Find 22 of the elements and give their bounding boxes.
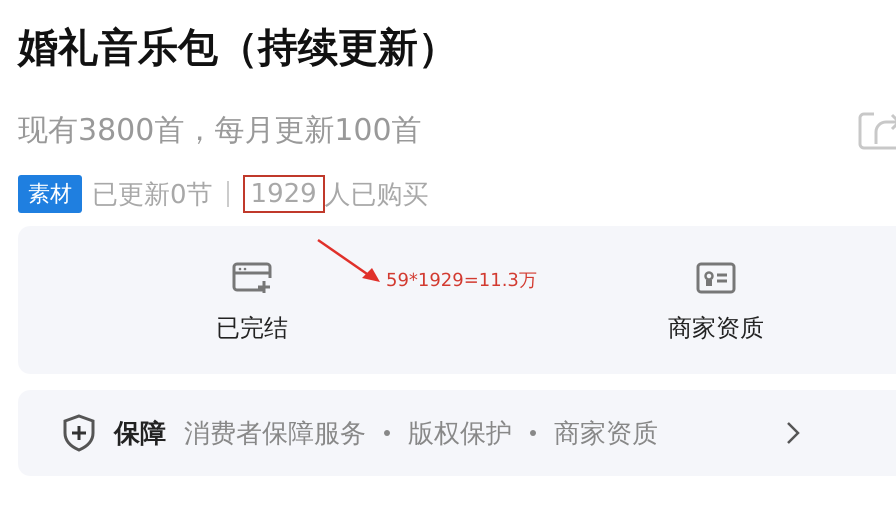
guarantee-bar[interactable]: 保障 消费者保障服务 版权保护 商家资质 [18, 390, 896, 476]
browser-plus-icon [232, 262, 272, 294]
separator-dot-icon [530, 430, 536, 436]
share-icon[interactable] [858, 110, 896, 150]
update-count: 已更新0节 [92, 178, 213, 212]
guarantee-item: 消费者保障服务 [184, 418, 366, 450]
annotation-text: 59*1929=11.3万 [386, 269, 537, 292]
category-tag: 素材 [18, 175, 82, 213]
course-title: 婚礼音乐包（持续更新） [18, 24, 459, 73]
guarantee-title: 保障 [114, 418, 166, 450]
shield-plus-icon [62, 414, 96, 452]
guarantee-item: 版权保护 [408, 418, 512, 450]
annotation-arrow [316, 238, 382, 284]
course-subtitle: 现有3800首，每月更新100首 [18, 112, 422, 150]
purchase-label: 人已购买 [324, 178, 429, 212]
guarantee-item: 商家资质 [554, 418, 658, 450]
separator-dot-icon [384, 430, 390, 436]
info-label[interactable]: 已完结 [216, 312, 288, 344]
id-card-icon [696, 262, 736, 294]
chevron-right-icon [786, 421, 800, 445]
info-label[interactable]: 商家资质 [668, 312, 764, 344]
purchase-count: 1929 [242, 175, 325, 213]
